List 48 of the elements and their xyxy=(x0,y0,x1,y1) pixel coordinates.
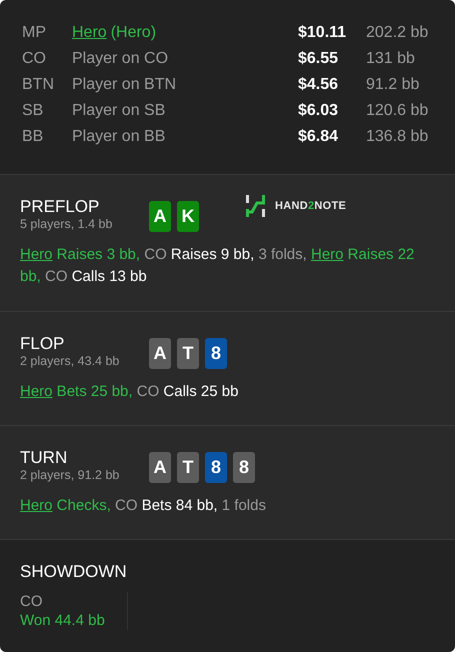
stack-bb: 136.8 bb xyxy=(366,128,428,146)
street-summary: 2 players, 43.4 bb xyxy=(20,354,120,369)
stack-amount: $6.84 xyxy=(298,128,340,146)
stack-bb: 91.2 bb xyxy=(366,76,420,94)
result-text: Won 44.4 bb xyxy=(20,611,105,630)
playing-card: A xyxy=(149,452,171,483)
playing-card: T xyxy=(177,452,199,483)
position-label: BB xyxy=(22,128,44,146)
player-link[interactable]: Hero xyxy=(311,246,344,263)
playing-card: 8 xyxy=(205,452,227,483)
playing-card: T xyxy=(177,338,199,369)
player-position: CO xyxy=(20,592,44,611)
position-label: SB xyxy=(22,102,44,120)
street-title: FLOP xyxy=(20,334,66,354)
player-name: Player on CO xyxy=(72,50,168,67)
playing-card: A xyxy=(149,201,171,232)
street-title: TURN xyxy=(20,448,68,468)
stack-bb: 120.6 bb xyxy=(366,102,428,120)
logo-icon xyxy=(245,195,267,217)
playing-card: 8 xyxy=(205,338,227,369)
stack-amount: $6.55 xyxy=(298,50,340,68)
playing-card: A xyxy=(149,338,171,369)
position-label: CO xyxy=(22,50,47,68)
action-summary: Hero Raises 3 bb, CO Raises 9 bb, 3 folds, Hero Raises 22 bb, CO Calls 13 bb xyxy=(20,245,416,287)
street-summary: 5 players, 1.4 bb xyxy=(20,217,114,232)
player-name: Player on BB xyxy=(72,128,166,145)
position-label: BTN xyxy=(22,76,55,94)
player-name: Player on BTN xyxy=(72,76,176,93)
player-name: Player on SB xyxy=(72,102,166,119)
street-summary: 2 players, 91.2 bb xyxy=(20,468,120,483)
stack-bb: 131 bb xyxy=(366,50,415,68)
hero-note: (Hero) xyxy=(110,24,156,41)
stack-amount: $10.11 xyxy=(298,24,348,42)
action-summary: Hero Checks, CO Bets 84 bb, 1 folds xyxy=(20,496,267,516)
player-link[interactable]: Hero xyxy=(72,24,107,41)
stack-amount: $4.56 xyxy=(298,76,340,94)
position-label: MP xyxy=(22,24,47,42)
street-title: PREFLOP xyxy=(20,197,100,217)
action-summary: Hero Bets 25 bb, CO Calls 25 bb xyxy=(20,382,240,402)
logo-text: HAND2NOTE xyxy=(275,200,346,212)
player-link[interactable]: Hero xyxy=(20,246,53,263)
stack-amount: $6.03 xyxy=(298,102,340,120)
showdown-title: SHOWDOWN xyxy=(20,562,127,581)
playing-card: K xyxy=(177,201,199,232)
player-link[interactable]: Hero xyxy=(20,497,53,514)
player-link[interactable]: Hero xyxy=(20,383,53,400)
stack-bb: 202.2 bb xyxy=(366,24,428,42)
playing-card: 8 xyxy=(233,452,255,483)
